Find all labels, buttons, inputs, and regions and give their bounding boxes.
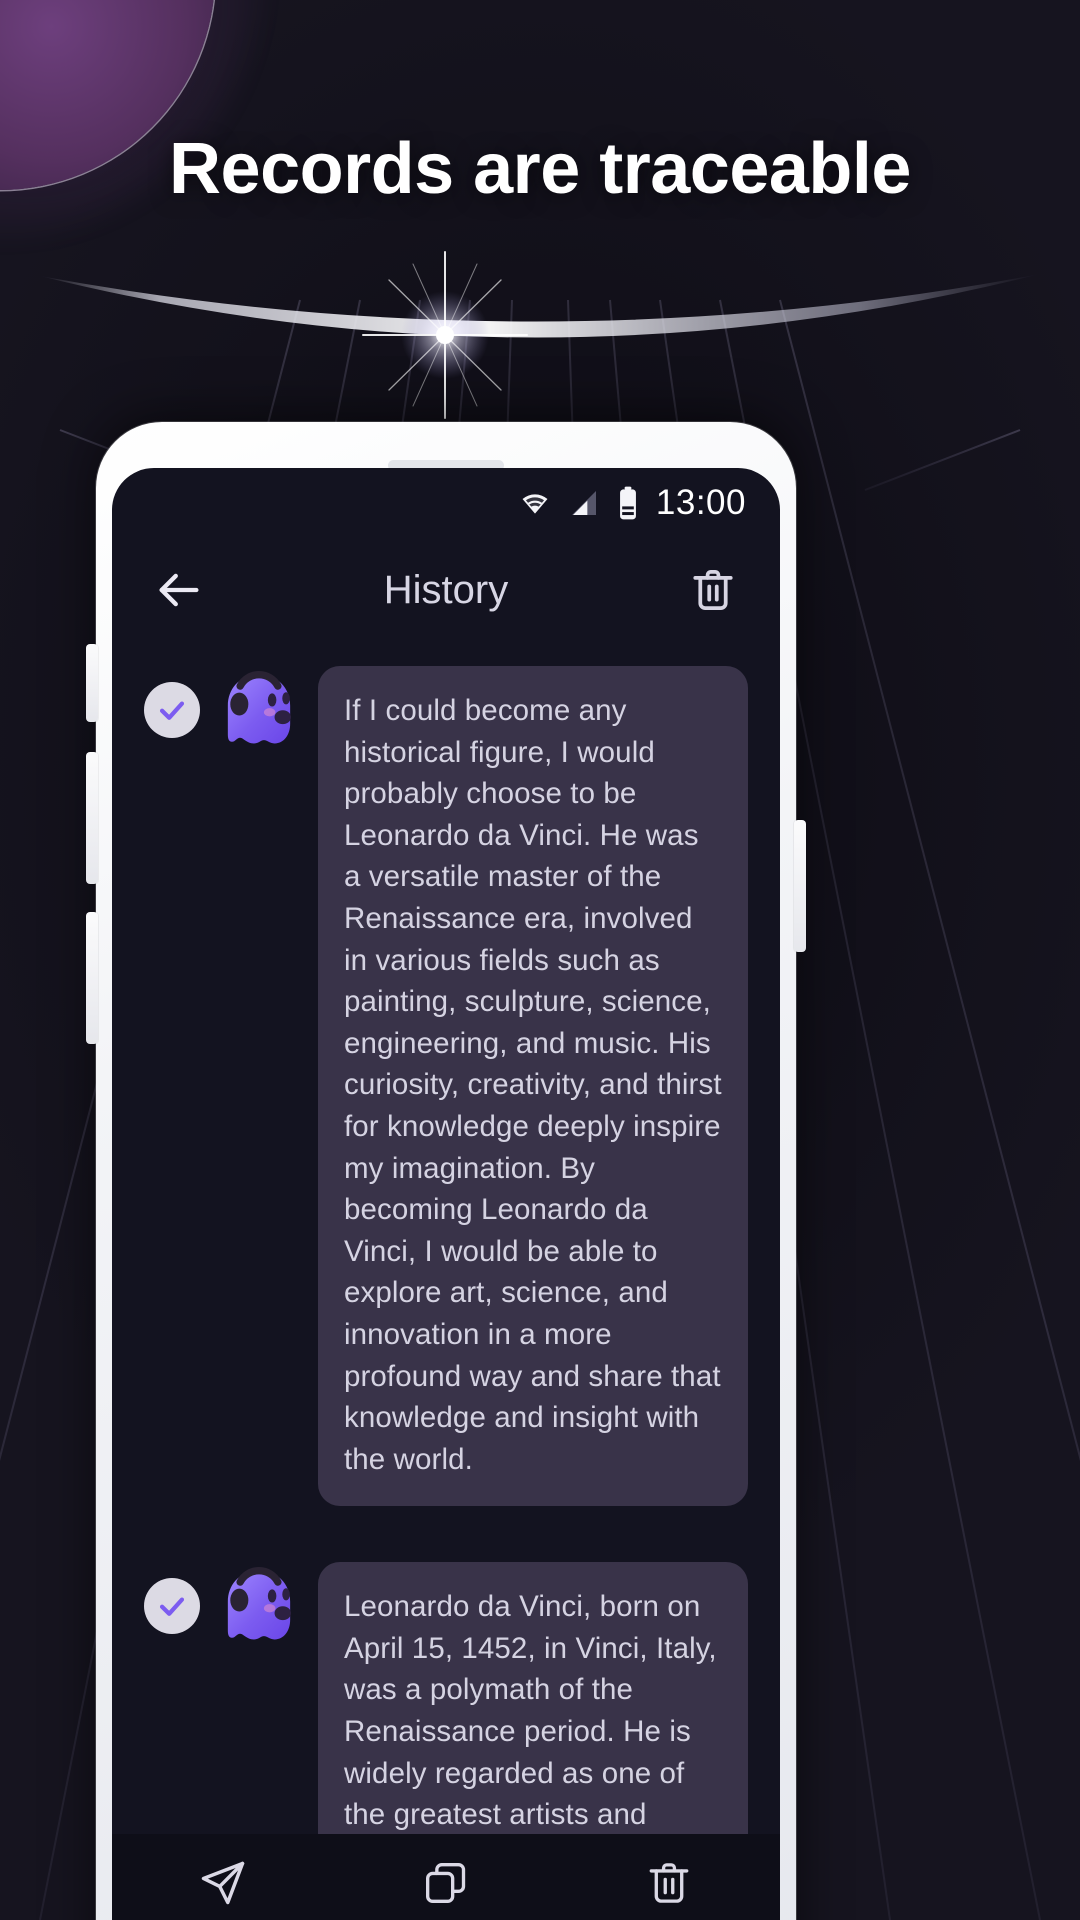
message-bubble[interactable]: Leonardo da Vinci, born on April 15, 145… bbox=[318, 1562, 748, 1834]
delete-button[interactable]: delete bbox=[579, 1858, 759, 1920]
check-icon bbox=[159, 701, 185, 720]
ghost-avatar-icon bbox=[227, 1567, 291, 1640]
message-row: If I could become any historical figure,… bbox=[144, 666, 748, 1507]
message-list[interactable]: If I could become any historical figure,… bbox=[112, 642, 780, 1834]
copy-icon bbox=[425, 1863, 466, 1903]
app-bar-title: History bbox=[383, 567, 509, 612]
send-to-button[interactable]: Send to bbox=[133, 1857, 313, 1920]
action-toolbar: Send to copy delete bbox=[112, 1834, 780, 1920]
ghost-avatar-icon bbox=[227, 671, 291, 744]
phone-button-volume-down bbox=[86, 912, 98, 1044]
app-bar: History bbox=[112, 538, 780, 642]
message-select-checkbox[interactable] bbox=[144, 682, 200, 738]
message-select-checkbox[interactable] bbox=[144, 1578, 200, 1635]
trash-icon bbox=[693, 570, 733, 610]
delete-all-button[interactable] bbox=[682, 559, 744, 621]
back-arrow-icon bbox=[159, 573, 199, 607]
star-flare-icon bbox=[362, 251, 528, 419]
page-title: Records are traceable bbox=[169, 129, 911, 209]
status-bar-clock: 13:00 bbox=[655, 483, 746, 522]
cellular-signal-icon bbox=[571, 491, 596, 515]
phone-mockup: 13:00 History If I could become any hist… bbox=[86, 422, 806, 1920]
send-icon bbox=[202, 1861, 245, 1905]
back-button[interactable] bbox=[148, 559, 210, 621]
phone-button-left-top bbox=[86, 644, 98, 722]
trash-icon bbox=[649, 1863, 689, 1903]
message-row: Leonardo da Vinci, born on April 15, 145… bbox=[144, 1562, 748, 1834]
silver-arc bbox=[40, 274, 1040, 338]
status-bar: 13:00 bbox=[112, 468, 780, 538]
battery-icon bbox=[619, 486, 636, 520]
check-icon bbox=[159, 1597, 185, 1617]
copy-button[interactable]: copy bbox=[356, 1858, 536, 1920]
phone-button-volume-up bbox=[86, 752, 98, 884]
phone-button-power bbox=[794, 820, 806, 952]
message-bubble[interactable]: If I could become any historical figure,… bbox=[318, 666, 748, 1507]
phone-screen: 13:00 History If I could become any hist… bbox=[112, 468, 780, 1920]
wifi-icon bbox=[522, 494, 548, 514]
